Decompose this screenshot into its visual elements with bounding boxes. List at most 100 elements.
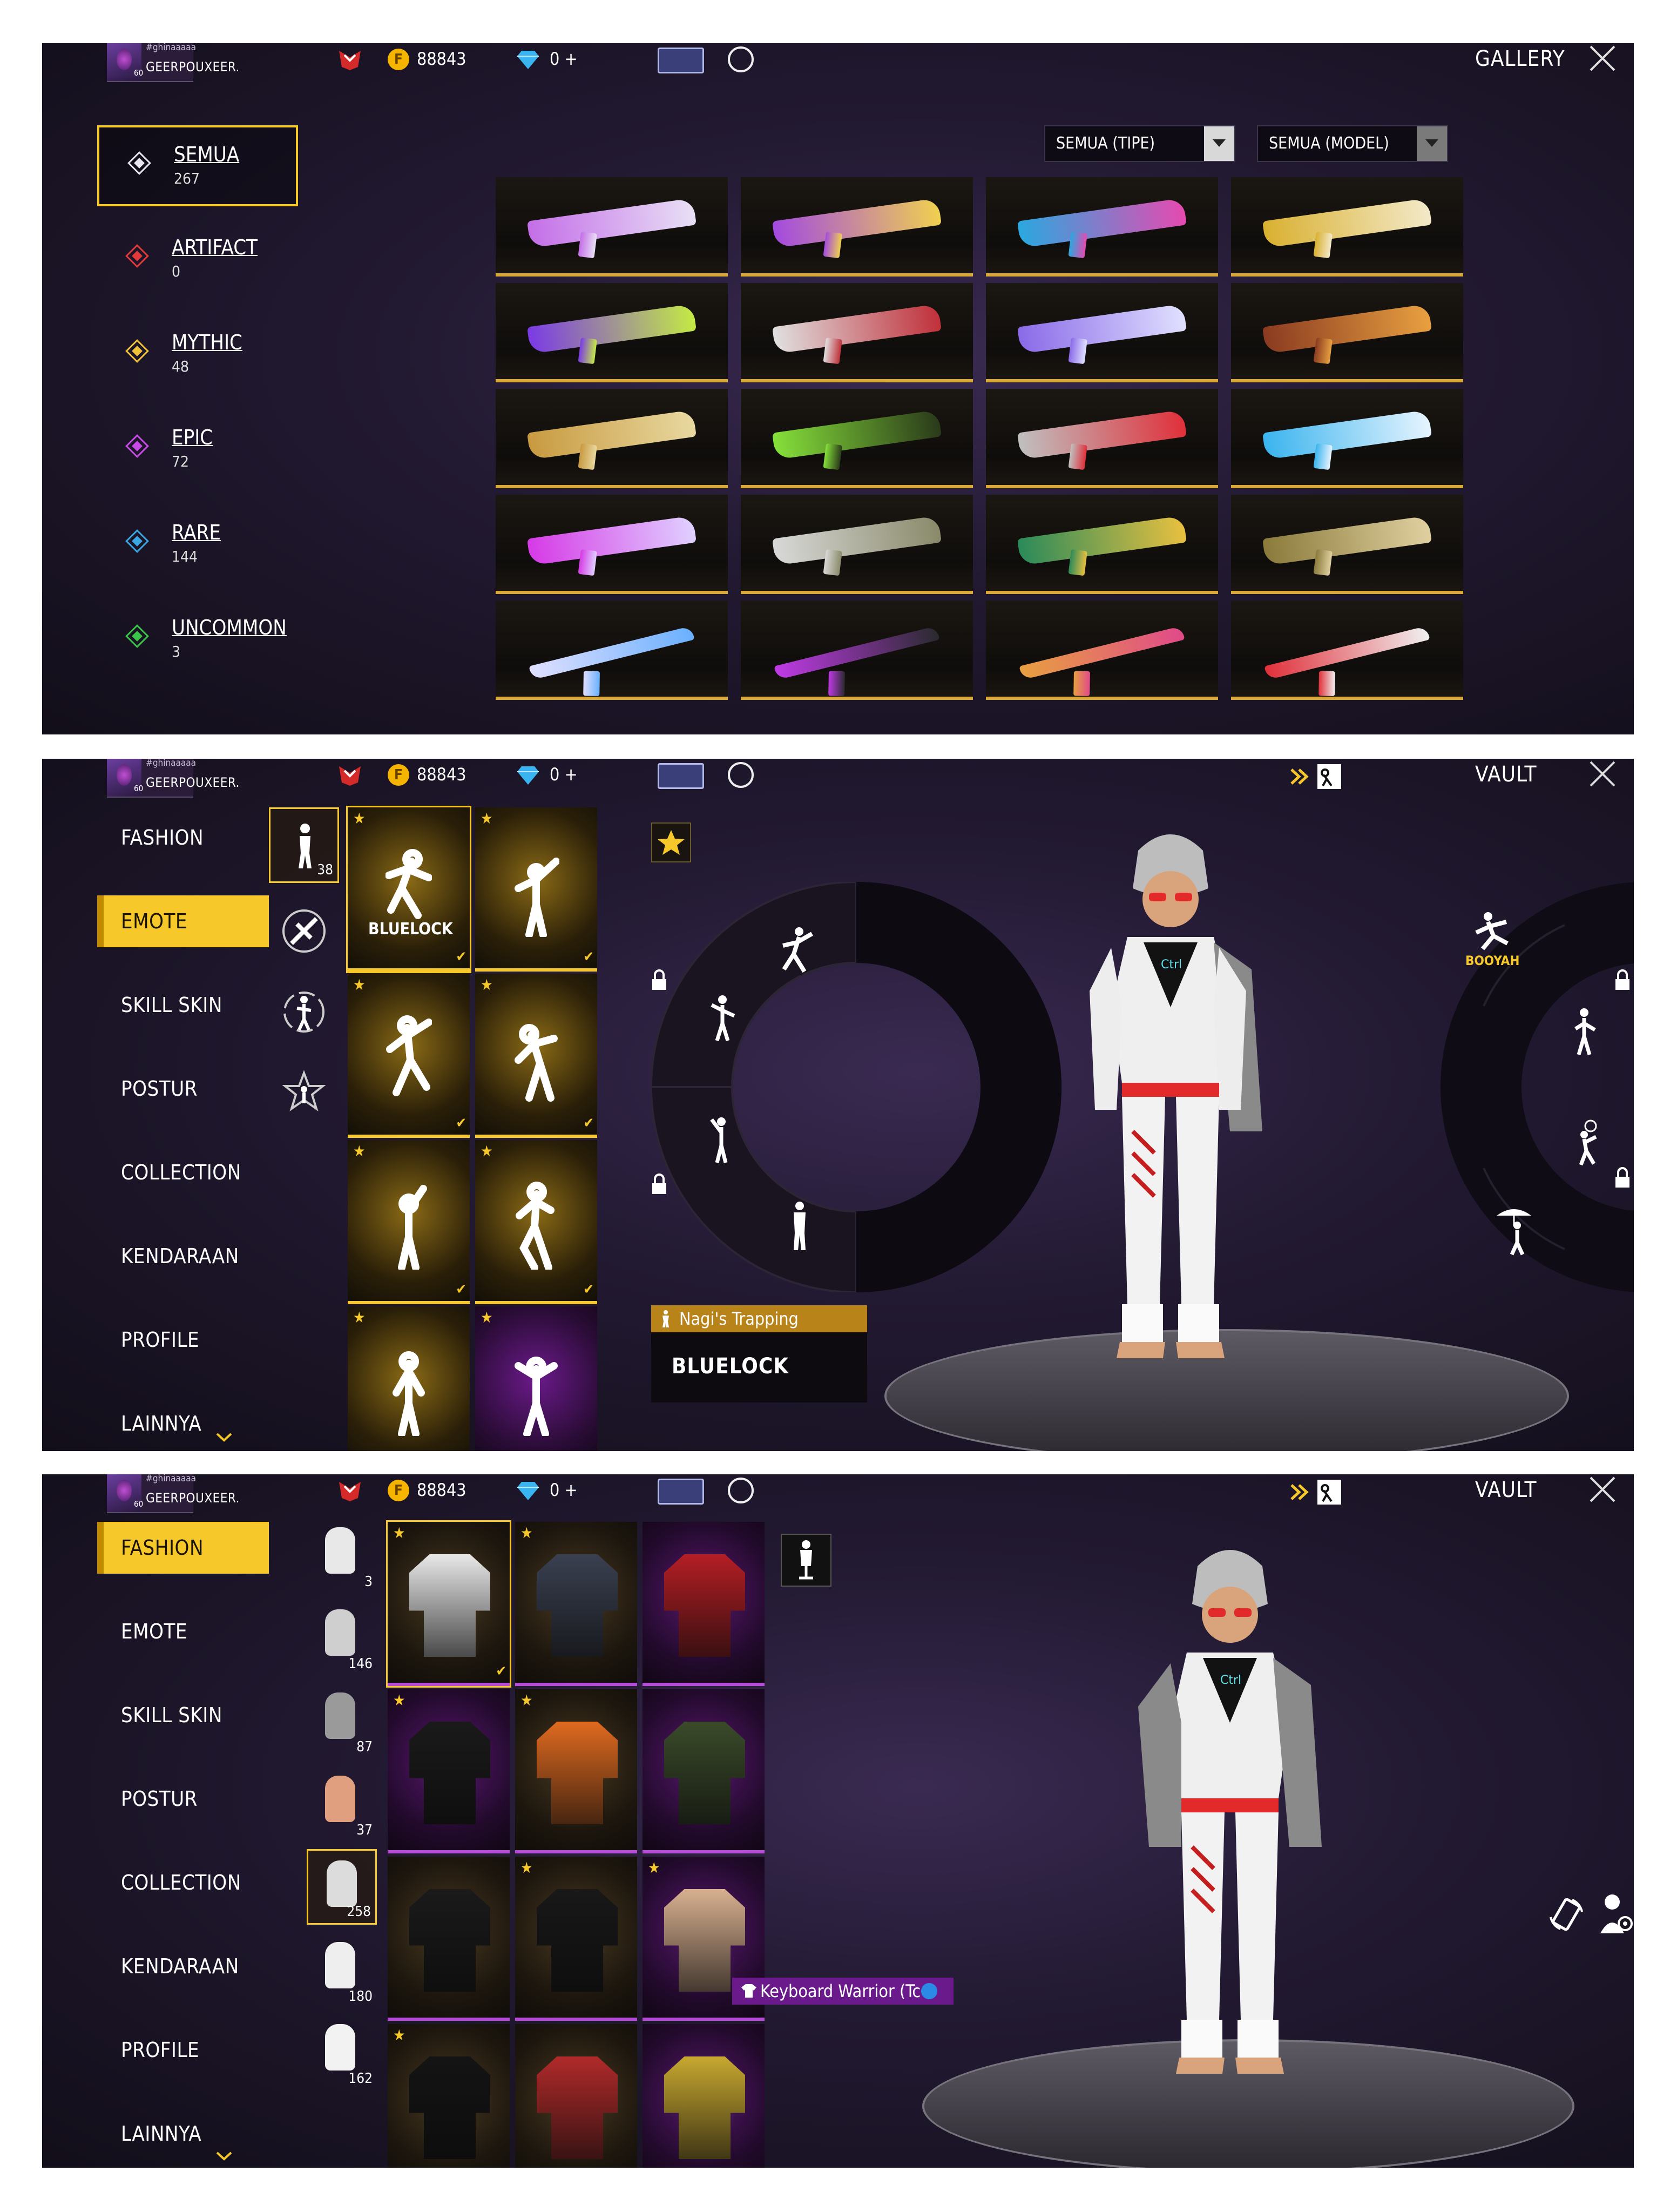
gallery-item[interactable] [496,495,728,594]
menu-item-postur[interactable]: POSTUR [97,1063,269,1115]
gallery-item[interactable] [986,389,1218,488]
menu-item-skill-skin[interactable]: SKILL SKIN [97,1689,269,1741]
diamond-balance[interactable]: 0 + [550,1480,578,1500]
chevron-down-icon[interactable] [216,2150,232,2161]
diamond-balance[interactable]: 0 + [550,49,578,69]
gallery-item[interactable] [741,389,973,488]
emote-slot-icon[interactable] [777,926,816,975]
rotate-phone-icon[interactable] [1547,1896,1585,1933]
store-icon[interactable] [728,46,754,72]
menu-item-lainnya[interactable]: LAINNYA [97,1398,269,1449]
tab-shoes[interactable]: 162 [307,2014,377,2090]
gallery-item[interactable] [1231,177,1463,276]
close-icon[interactable] [1587,1474,1618,1505]
gallery-item[interactable] [986,177,1218,276]
gallery-item[interactable] [741,177,973,276]
fashion-item[interactable] [643,1689,765,1853]
favorite-filter-button[interactable] [651,822,691,862]
emote-item[interactable]: ★ [348,1306,470,1451]
menu-item-emote[interactable]: EMOTE [97,895,269,947]
membership-card-icon[interactable] [658,1479,704,1505]
player-card[interactable]: 60 #ghinaaaaa GEERPOUXEER. [107,759,239,798]
store-icon[interactable] [728,762,754,788]
category-mythic[interactable]: MYTHIC 48 [97,315,298,396]
gallery-item[interactable] [1231,283,1463,382]
gallery-item[interactable] [496,389,728,488]
emote-slot-icon[interactable] [1571,1007,1597,1057]
emote-item[interactable]: ★ ✔ [475,807,597,972]
menu-item-emote[interactable]: EMOTE [97,1606,269,1657]
gallery-item[interactable] [496,283,728,382]
emote-item[interactable]: ★ ✔ [348,974,470,1138]
character-model[interactable]: Ctrl [1117,1545,1343,2085]
membership-card-icon[interactable] [658,763,704,789]
tab-dance-emotes[interactable] [269,975,339,1050]
type-filter-dropdown[interactable]: SEMUA (TIPE) [1044,125,1235,162]
gallery-item[interactable] [496,601,728,700]
gallery-item[interactable] [741,283,973,382]
tab-top[interactable]: 258 [307,1849,377,1925]
tab-mask[interactable]: 87 [307,1683,377,1758]
emote-item[interactable]: ★ ✔ [475,974,597,1138]
gallery-item[interactable] [741,601,973,700]
store-icon[interactable] [728,1478,754,1503]
emote-slot-icon[interactable] [1570,1118,1606,1167]
emote-item[interactable]: ★ [475,1306,597,1451]
fashion-item[interactable] [388,1857,510,2021]
chevron-down-icon[interactable] [216,1432,232,1442]
emote-slot-icon[interactable] [705,994,740,1043]
expand-arrows-icon[interactable] [1289,1478,1343,1507]
gallery-item[interactable] [986,495,1218,594]
fashion-item[interactable] [515,2024,637,2168]
fashion-item[interactable]: ★ [515,1522,637,1686]
fashion-item[interactable]: ★ ✔ [386,1520,511,1688]
membership-card-icon[interactable] [658,48,704,73]
menu-item-kendaraan[interactable]: KENDARAAN [97,1230,269,1282]
menu-item-collection[interactable]: COLLECTION [97,1857,269,1908]
fashion-item[interactable]: ★ [515,1857,637,2021]
gallery-item[interactable] [1231,495,1463,594]
gallery-item[interactable] [986,283,1218,382]
emote-item[interactable]: ★ BLUELOCK ✔ [346,806,471,973]
emote-item[interactable]: ★ ✔ [348,1140,470,1304]
gallery-item[interactable] [1231,389,1463,488]
gallery-item[interactable] [986,601,1218,700]
tab-emotes[interactable]: 38 [269,807,339,883]
menu-item-kendaraan[interactable]: KENDARAAN [97,1940,269,1992]
expand-arrows-icon[interactable] [1289,762,1343,791]
model-filter-dropdown[interactable]: SEMUA (MODEL) [1257,125,1448,162]
info-icon[interactable] [921,1983,937,1999]
menu-item-fashion[interactable]: FASHION [97,1522,269,1574]
menu-item-profile[interactable]: PROFILE [97,1314,269,1366]
category-artifact[interactable]: ARTIFACT 0 [97,220,298,301]
fashion-item[interactable]: ★ [388,2024,510,2168]
fashion-item[interactable]: ★ [515,1689,637,1853]
category-uncommon[interactable]: UNCOMMON 3 [97,601,298,682]
category-epic[interactable]: EPIC 72 [97,410,298,491]
category-semua[interactable]: SEMUA 267 [97,125,298,206]
fashion-item[interactable]: ★ [388,1689,510,1853]
player-card[interactable]: 60 #ghinaaaaa GEERPOUXEER. [107,43,239,82]
menu-item-lainnya[interactable]: LAINNYA [97,2108,269,2160]
category-rare[interactable]: RARE 144 [97,505,298,586]
character-model[interactable]: Ctrl [1057,829,1284,1369]
menu-item-fashion[interactable]: FASHION [97,812,269,864]
tab-special-emotes[interactable] [269,1056,339,1131]
emote-item[interactable]: ★ ✔ [475,1140,597,1304]
fashion-item[interactable] [643,1522,765,1686]
tab-full-outfit[interactable]: 3 [307,1518,377,1593]
emote-slot-icon[interactable] [786,1201,813,1252]
menu-item-collection[interactable]: COLLECTION [97,1147,269,1198]
emote-slot-icon[interactable] [1472,911,1515,952]
menu-item-postur[interactable]: POSTUR [97,1773,269,1825]
menu-item-skill-skin[interactable]: SKILL SKIN [97,979,269,1031]
character-view-icon[interactable] [1597,1890,1634,1939]
tab-bottom[interactable]: 180 [307,1932,377,2008]
tab-face[interactable]: 37 [307,1766,377,1842]
gallery-item[interactable] [1231,601,1463,700]
gallery-item[interactable] [741,495,973,594]
emote-slot-icon[interactable] [1492,1205,1536,1257]
player-card[interactable]: 60 #ghinaaaaa GEERPOUXEER. [107,1474,239,1513]
diamond-balance[interactable]: 0 + [550,764,578,785]
close-icon[interactable] [1587,759,1618,789]
